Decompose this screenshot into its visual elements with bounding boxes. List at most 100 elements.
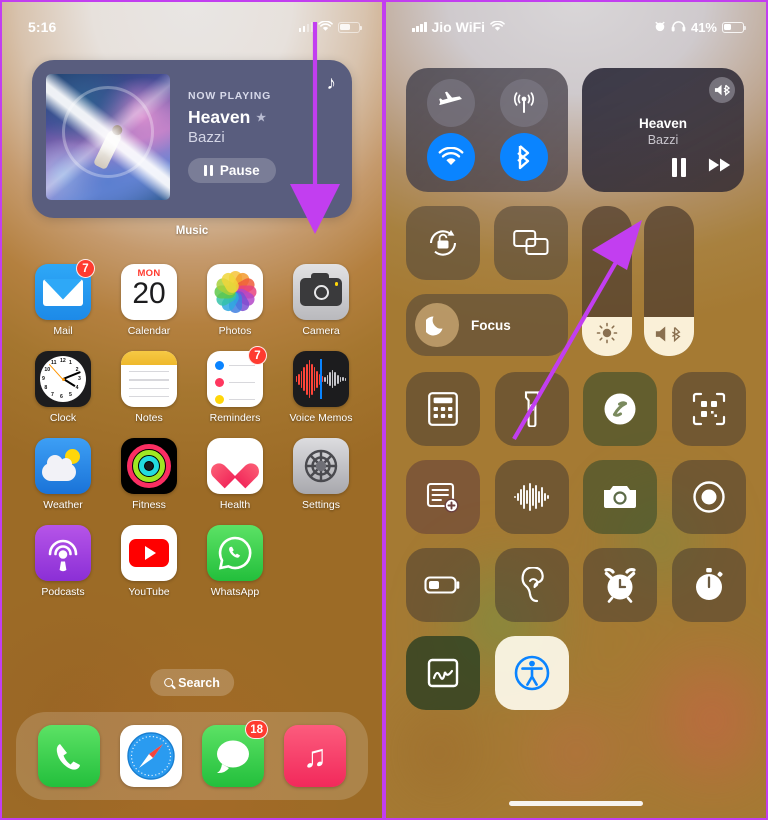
app-icon-fitness[interactable]: Fitness xyxy=(106,438,192,511)
volume-bluetooth-icon xyxy=(644,324,694,344)
dock-item-music[interactable]: ♫ xyxy=(284,725,346,787)
phone-icon xyxy=(38,725,100,787)
voice-memo-button[interactable] xyxy=(494,460,569,534)
app-label-notes: Notes xyxy=(135,412,163,424)
widget-pause-label: Pause xyxy=(219,163,260,178)
app-label-podcasts: Podcasts xyxy=(41,586,85,598)
app-label-calendar: Calendar xyxy=(127,325,171,337)
airplane-mode-toggle[interactable] xyxy=(426,79,475,127)
alarm-button[interactable] xyxy=(583,548,657,622)
left-phone-screenshot: 5:16 NOW PLAYING Heaven ★ Bazzi Pause ♪ … xyxy=(0,0,384,820)
battery-percent: 41% xyxy=(690,19,717,35)
stopwatch-button[interactable] xyxy=(671,548,746,622)
star-icon: ★ xyxy=(256,112,267,124)
music-note-icon: ♪ xyxy=(326,73,337,94)
now-playing-title: Heaven xyxy=(638,116,688,131)
app-icon-clock[interactable]: 12 1 2 3 4 5 6 7 8 9 10 11 Clock xyxy=(20,351,106,424)
control-center: Heaven Bazzi Focus xyxy=(386,46,766,818)
weather-icon xyxy=(35,438,91,494)
camera-button[interactable] xyxy=(583,460,657,534)
app-icon-mail[interactable]: 7 Mail xyxy=(20,259,106,337)
accessibility-button[interactable] xyxy=(494,636,569,710)
now-playing-module[interactable]: Heaven Bazzi xyxy=(582,68,744,192)
quick-note-button[interactable] xyxy=(406,636,480,710)
app-icon-health[interactable]: Health xyxy=(192,438,278,511)
app-icon-photos[interactable]: Photos xyxy=(192,264,278,337)
cellular-signal-icon xyxy=(298,22,313,32)
low-power-mode-button[interactable] xyxy=(406,548,480,622)
app-label-whatsapp: WhatsApp xyxy=(210,586,260,598)
app-label-settings: Settings xyxy=(302,499,340,511)
now-playing-label: NOW PLAYING xyxy=(188,90,272,102)
youtube-icon xyxy=(121,525,177,581)
health-icon xyxy=(207,438,263,494)
search-pill[interactable]: Search xyxy=(150,669,234,696)
app-label-voice-memos: Voice Memos xyxy=(289,412,353,424)
search-icon xyxy=(164,678,174,687)
bluetooth-toggle[interactable] xyxy=(499,133,548,181)
flashlight-button[interactable] xyxy=(494,372,569,446)
hearing-button[interactable] xyxy=(494,548,569,622)
app-label-mail: Mail xyxy=(53,325,73,337)
new-note-button[interactable] xyxy=(406,460,480,534)
airplay-bluetooth-icon[interactable] xyxy=(709,77,735,103)
app-icon-podcasts[interactable]: Podcasts xyxy=(20,525,106,598)
shazam-button[interactable] xyxy=(583,372,657,446)
app-label-camera: Camera xyxy=(302,325,340,337)
fitness-icon xyxy=(121,438,177,494)
screen-mirroring-tile[interactable] xyxy=(494,206,568,280)
wifi-icon xyxy=(318,19,333,35)
app-icon-youtube[interactable]: YouTube xyxy=(106,525,192,598)
app-icon-settings[interactable]: Settings xyxy=(278,438,364,511)
app-icon-voice-memos[interactable]: Voice Memos xyxy=(278,351,364,424)
rotation-lock-toggle[interactable] xyxy=(406,206,480,280)
widget-pause-button[interactable]: Pause xyxy=(188,158,276,183)
app-icon-whatsapp[interactable]: WhatsApp xyxy=(192,525,278,598)
dock-item-messages[interactable]: 18 xyxy=(202,720,268,787)
app-icon-calendar[interactable]: MON 20 Calendar xyxy=(106,264,192,337)
focus-tile[interactable]: Focus xyxy=(406,294,568,356)
wifi-toggle[interactable] xyxy=(426,133,475,181)
brightness-icon xyxy=(582,322,632,344)
battery-icon xyxy=(338,21,362,33)
brightness-slider[interactable] xyxy=(582,206,632,356)
album-artwork xyxy=(46,74,170,200)
dock-item-phone[interactable] xyxy=(38,725,100,787)
app-label-reminders: Reminders xyxy=(209,412,261,424)
pause-icon[interactable] xyxy=(672,158,686,177)
widget-app-label: Music xyxy=(175,225,209,237)
search-label: Search xyxy=(178,675,220,690)
photos-icon xyxy=(207,264,263,320)
app-label-weather: Weather xyxy=(43,499,83,511)
badge-messages: 18 xyxy=(245,720,268,739)
screenshot-root: 5:16 NOW PLAYING Heaven ★ Bazzi Pause ♪ … xyxy=(0,0,768,820)
app-icon-reminders[interactable]: 7 Reminders xyxy=(192,346,278,424)
screen-record-button[interactable] xyxy=(671,460,746,534)
app-icon-camera[interactable]: Camera xyxy=(278,264,364,337)
app-grid: 7 Mail MON 20 Calendar Photos Camera 12 … xyxy=(20,259,364,598)
cc-status-bar: Jio WiFi 41% xyxy=(386,2,766,42)
home-indicator-bar xyxy=(509,801,643,806)
app-icon-notes[interactable]: Notes xyxy=(106,351,192,424)
badge-reminders: 7 xyxy=(248,346,267,365)
fast-forward-icon[interactable] xyxy=(708,157,732,178)
podcasts-icon xyxy=(35,525,91,581)
music-icon: ♫ xyxy=(284,725,346,787)
volume-slider[interactable] xyxy=(644,206,694,356)
cellular-signal-icon xyxy=(412,22,427,32)
calculator-button[interactable] xyxy=(406,372,480,446)
whatsapp-icon xyxy=(207,525,263,581)
qr-code-scanner-button[interactable] xyxy=(671,372,746,446)
wifi-icon xyxy=(490,19,505,35)
cellular-data-toggle[interactable] xyxy=(499,79,548,127)
app-icon-weather[interactable]: Weather xyxy=(20,438,106,511)
carrier-label: Jio WiFi xyxy=(431,19,486,35)
calendar-day: 20 xyxy=(132,277,166,310)
moon-icon xyxy=(415,303,459,347)
music-widget-container[interactable]: NOW PLAYING Heaven ★ Bazzi Pause ♪ Music xyxy=(32,60,352,237)
music-widget[interactable]: NOW PLAYING Heaven ★ Bazzi Pause ♪ xyxy=(32,60,352,218)
calendar-icon: MON 20 xyxy=(121,264,177,320)
battery-icon xyxy=(722,21,746,33)
dock-item-safari[interactable] xyxy=(120,725,182,787)
app-label-health: Health xyxy=(219,499,251,511)
